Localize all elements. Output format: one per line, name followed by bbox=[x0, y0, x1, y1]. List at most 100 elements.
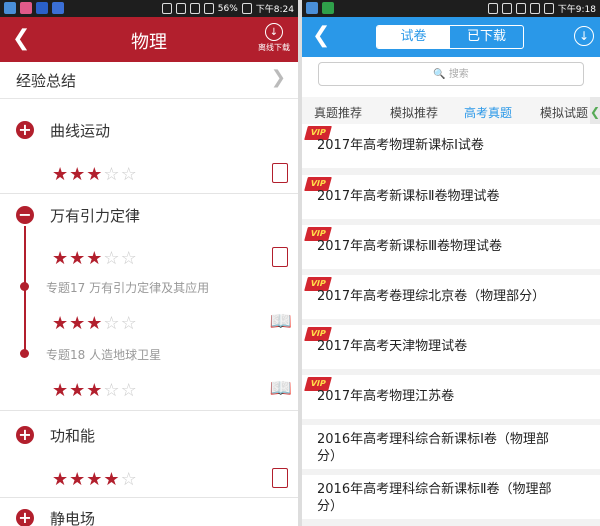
left-screen: 56% 下午8:24 ❮ 物理 ↓ 离线下载 经验总结 ❯ + 曲线运动 ★★★… bbox=[0, 0, 298, 526]
chapter-title[interactable]: 功和能 bbox=[50, 425, 95, 446]
book-icon[interactable] bbox=[272, 247, 288, 267]
star-filled-icon: ★ bbox=[86, 313, 104, 334]
app-notification-icon bbox=[306, 2, 318, 14]
star-rating: ★★★☆☆ bbox=[52, 248, 138, 269]
alarm-icon bbox=[487, 3, 498, 14]
divider bbox=[0, 193, 298, 194]
star-empty-icon: ☆ bbox=[120, 164, 138, 185]
star-empty-icon: ☆ bbox=[103, 248, 121, 269]
paper-title: 2017年高考天津物理试卷 bbox=[317, 339, 468, 354]
divider bbox=[0, 410, 298, 411]
topic-label[interactable]: 专题17 万有引力定律及其应用 bbox=[46, 279, 209, 296]
star-empty-icon: ☆ bbox=[120, 313, 138, 334]
signal-icon bbox=[529, 3, 540, 14]
paper-list-item[interactable]: 2016年高考理科综合新课标Ⅰ卷（物理部分） bbox=[302, 425, 600, 469]
timeline-dot bbox=[20, 282, 29, 291]
star-filled-icon: ★ bbox=[69, 313, 87, 334]
right-screen: 下午9:18 ❮ 试卷 已下载 ↓ 🔍 搜索 真题推荐 模拟推荐 高考真题 模拟… bbox=[302, 0, 600, 526]
topic-label[interactable]: 专题18 人造地球卫星 bbox=[46, 346, 161, 363]
star-filled-icon: ★ bbox=[52, 248, 70, 269]
seg-papers-button[interactable]: 试卷 bbox=[377, 26, 450, 48]
offline-download-label: 离线下载 bbox=[258, 43, 290, 52]
paper-list-item[interactable]: VIP 2017年高考新课标Ⅲ卷物理试卷 bbox=[302, 225, 600, 269]
segmented-control: 试卷 已下载 bbox=[376, 25, 524, 49]
paper-list-item[interactable]: VIP 2017年高考天津物理试卷 bbox=[302, 325, 600, 369]
chevron-left-icon[interactable]: ❮ bbox=[590, 97, 600, 127]
star-filled-icon: ★ bbox=[86, 380, 104, 401]
app-notification-icon bbox=[20, 2, 32, 14]
star-rating: ★★★☆☆ bbox=[52, 164, 138, 185]
expand-plus-icon[interactable]: + bbox=[16, 426, 34, 444]
search-input[interactable]: 🔍 搜索 bbox=[318, 62, 584, 86]
signal-icon bbox=[203, 3, 214, 14]
left-header: ❮ 物理 ↓ 离线下载 bbox=[0, 17, 298, 62]
star-filled-icon: ★ bbox=[103, 469, 121, 490]
star-empty-icon: ☆ bbox=[103, 164, 121, 185]
star-empty-icon: ☆ bbox=[103, 380, 121, 401]
paper-title: 2016年高考理科综合新课标Ⅰ卷（物理部分） bbox=[317, 432, 549, 464]
app-notification-icon bbox=[322, 2, 334, 14]
star-empty-icon: ☆ bbox=[103, 313, 121, 334]
star-filled-icon: ★ bbox=[52, 380, 70, 401]
paper-title: 2017年高考物理江苏卷 bbox=[317, 389, 455, 404]
tab-gaokao-real[interactable]: 高考真题 bbox=[464, 104, 512, 121]
star-filled-icon: ★ bbox=[52, 164, 70, 185]
system-icons: 56% 下午8:24 bbox=[161, 2, 294, 15]
app-notification-icon bbox=[4, 2, 16, 14]
star-rating: ★★★★☆ bbox=[52, 469, 138, 490]
status-bar: 下午9:18 bbox=[302, 0, 600, 17]
wifi-icon bbox=[515, 3, 526, 14]
star-filled-icon: ★ bbox=[86, 164, 104, 185]
back-chevron-icon[interactable]: ❮ bbox=[312, 25, 330, 47]
collapse-minus-icon[interactable]: − bbox=[16, 206, 34, 224]
paper-list-item[interactable]: VIP 2017年高考新课标Ⅱ卷物理试卷 bbox=[302, 175, 600, 219]
experience-summary-label: 经验总结 bbox=[16, 72, 77, 90]
book-icon[interactable] bbox=[272, 163, 288, 183]
moon-icon bbox=[36, 2, 48, 14]
chapter-title[interactable]: 静电场 bbox=[50, 508, 95, 526]
star-filled-icon: ★ bbox=[69, 248, 87, 269]
system-icons: 下午9:18 bbox=[487, 2, 596, 15]
paper-title: 2017年高考物理新课标Ⅰ试卷 bbox=[317, 138, 484, 153]
star-filled-icon: ★ bbox=[86, 248, 104, 269]
offline-download-button[interactable]: ↓ 离线下载 bbox=[254, 23, 294, 53]
tab-mock-papers[interactable]: 模拟试题 bbox=[540, 104, 588, 121]
paper-title: 2017年高考新课标Ⅲ卷物理试卷 bbox=[317, 239, 503, 254]
star-filled-icon: ★ bbox=[69, 469, 87, 490]
search-placeholder: 搜索 bbox=[448, 69, 469, 80]
star-filled-icon: ★ bbox=[52, 469, 70, 490]
star-empty-icon: ☆ bbox=[120, 469, 138, 490]
notification-icons bbox=[4, 2, 64, 14]
star-rating: ★★★☆☆ bbox=[52, 380, 138, 401]
paper-list-item[interactable]: VIP 2017年高考卷理综北京卷（物理部分） bbox=[302, 275, 600, 319]
tab-mock-recommend[interactable]: 模拟推荐 bbox=[390, 104, 438, 121]
battery-icon bbox=[543, 3, 554, 14]
search-bar: 🔍 搜索 bbox=[302, 57, 600, 97]
paper-list-item[interactable]: VIP 2017年高考物理江苏卷 bbox=[302, 375, 600, 419]
expand-plus-icon[interactable]: + bbox=[16, 121, 34, 139]
paper-title: 2017年高考卷理综北京卷（物理部分） bbox=[317, 289, 546, 304]
expand-plus-icon[interactable]: + bbox=[16, 509, 34, 526]
star-rating: ★★★☆☆ bbox=[52, 313, 138, 334]
right-header: ❮ 试卷 已下载 ↓ bbox=[302, 17, 600, 57]
vibrate-icon bbox=[501, 3, 512, 14]
open-book-icon[interactable]: 📖 bbox=[270, 378, 292, 399]
chapter-title[interactable]: 曲线运动 bbox=[50, 120, 110, 141]
download-icon[interactable]: ↓ bbox=[574, 26, 594, 46]
battery-percent: 56% bbox=[217, 3, 238, 14]
star-empty-icon: ☆ bbox=[120, 248, 138, 269]
tab-real-exam-recommend[interactable]: 真题推荐 bbox=[314, 104, 362, 121]
open-book-icon[interactable]: 📖 bbox=[270, 311, 292, 332]
star-empty-icon: ☆ bbox=[120, 380, 138, 401]
chapter-title[interactable]: 万有引力定律 bbox=[50, 205, 140, 226]
app-notification-icon bbox=[52, 2, 64, 14]
paper-list-item[interactable]: VIP 2017年高考物理新课标Ⅰ试卷 bbox=[302, 124, 600, 168]
experience-summary-row[interactable]: 经验总结 ❯ bbox=[0, 62, 298, 99]
paper-title: 2016年高考理科综合新课标Ⅱ卷（物理部分） bbox=[317, 482, 552, 514]
paper-title: 2017年高考新课标Ⅱ卷物理试卷 bbox=[317, 189, 500, 204]
book-icon[interactable] bbox=[272, 468, 288, 488]
star-filled-icon: ★ bbox=[69, 380, 87, 401]
clock: 下午8:24 bbox=[255, 5, 294, 15]
paper-list-item[interactable]: 2016年高考理科综合新课标Ⅱ卷（物理部分） bbox=[302, 475, 600, 519]
seg-downloaded-button[interactable]: 已下载 bbox=[450, 26, 523, 48]
